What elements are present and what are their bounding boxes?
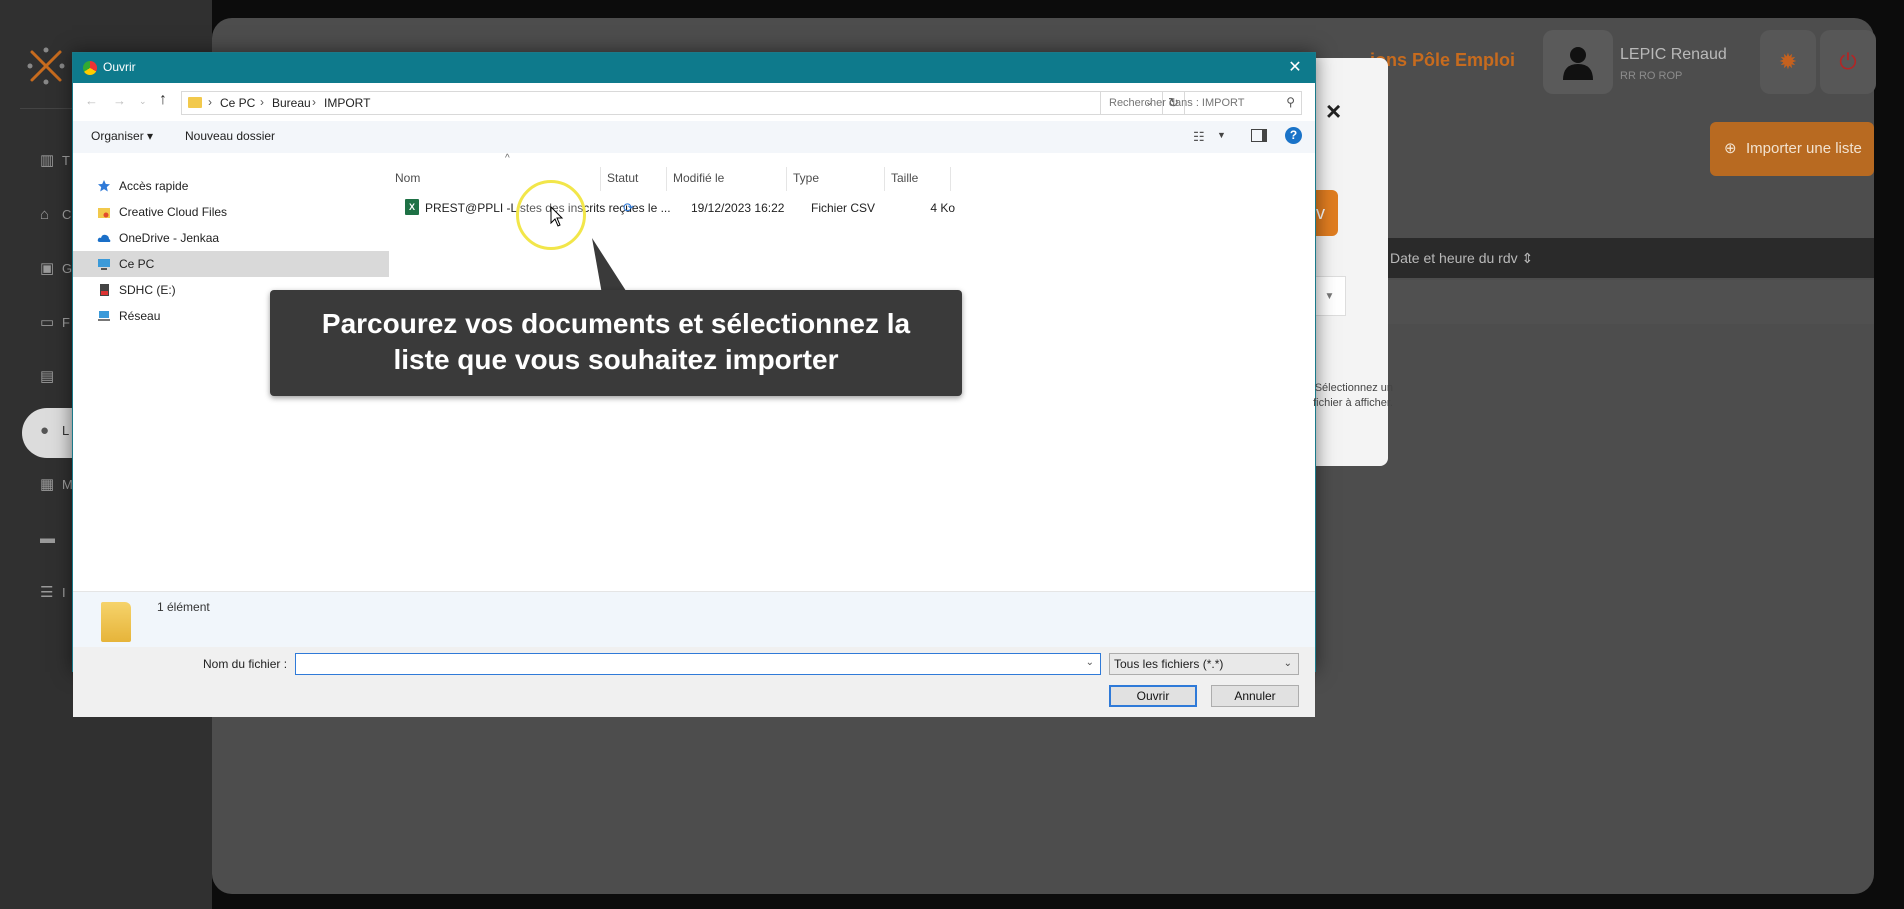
filename-label: Nom du fichier : xyxy=(203,657,288,671)
dialog-title: Ouvrir xyxy=(103,60,136,74)
back-arrow-icon[interactable]: ← xyxy=(85,93,98,108)
list-icon[interactable]: ☰ I xyxy=(40,582,66,604)
tree-item-onedrive[interactable]: OneDrive - Jenkaa xyxy=(73,225,389,251)
open-button[interactable]: Ouvrir xyxy=(1109,685,1197,707)
import-list-button[interactable]: ⊕ Importer une liste xyxy=(1710,122,1874,176)
filename-input[interactable] xyxy=(296,654,1076,674)
modal-select-chevron-icon[interactable]: ▼ xyxy=(1314,276,1346,316)
chevron-down-icon: ⌄ xyxy=(1283,658,1292,669)
star-icon xyxy=(98,180,110,192)
view-options-icon[interactable]: ☷ xyxy=(1193,129,1205,145)
cancel-button[interactable]: Annuler xyxy=(1211,685,1299,707)
address-bar[interactable]: › Ce PC › Bureau › IMPORT ⌄ ↻ xyxy=(181,91,1185,115)
dialog-footer: Nom du fichier : ⌄ Tous les fichiers (*.… xyxy=(73,647,1315,717)
file-size: 4 Ko xyxy=(930,201,955,215)
callout-line-2: liste que vous souhaitez importer xyxy=(393,344,839,375)
cc-folder-icon xyxy=(98,208,110,218)
sync-icon: ⟳ xyxy=(623,200,634,215)
table-row[interactable]: X PREST@PPLI -Listes des inscrits reçues… xyxy=(399,195,963,221)
power-icon: ⏻ xyxy=(1839,49,1857,74)
box-icon[interactable]: ▤ xyxy=(40,366,64,388)
callout-line-1: Parcourez vos documents et sélectionnez … xyxy=(321,308,911,339)
help-icon[interactable]: ? xyxy=(1285,127,1302,144)
bug-report-button[interactable]: ✹ xyxy=(1760,30,1816,94)
home-icon[interactable]: ⌂ C xyxy=(40,204,71,226)
breadcrumb-import[interactable]: IMPORT xyxy=(324,96,370,110)
folder-icon xyxy=(101,602,131,642)
chevron-right-icon: › xyxy=(260,95,264,109)
file-modified: 19/12/2023 16:22 xyxy=(691,201,785,215)
callout-pointer xyxy=(592,238,628,294)
window-icon[interactable]: ▭ F xyxy=(40,312,70,334)
logout-button[interactable]: ⏻ xyxy=(1820,30,1876,94)
column-header-type[interactable]: Type xyxy=(787,167,885,191)
folder-icon xyxy=(188,97,202,108)
chart-icon[interactable]: ▥ T xyxy=(40,150,70,172)
user-avatar-icon xyxy=(1563,47,1593,80)
column-header-size[interactable]: Taille xyxy=(885,167,951,191)
new-folder-button[interactable]: Nouveau dossier xyxy=(185,129,275,143)
recent-dropdown-icon[interactable]: ⌄ xyxy=(139,96,147,107)
organize-button[interactable]: Organiser ▾ xyxy=(91,129,153,143)
search-input[interactable] xyxy=(1101,92,1277,114)
tree-item-creative-cloud[interactable]: Creative Cloud Files xyxy=(73,199,389,225)
item-count: 1 élément xyxy=(157,600,210,614)
table-row xyxy=(1350,280,1874,324)
user-name: LEPIC Renaud xyxy=(1620,46,1727,63)
chevron-down-icon[interactable]: ▼ xyxy=(1217,130,1226,140)
forward-arrow-icon[interactable]: → xyxy=(113,93,126,108)
sort-ascending-icon: ^ xyxy=(505,153,510,164)
details-bar: 1 élément xyxy=(73,591,1315,647)
tree-item-this-pc[interactable]: Ce PC xyxy=(73,251,389,277)
chevron-right-icon: › xyxy=(208,95,212,109)
computer-icon xyxy=(98,259,110,270)
filetype-select[interactable]: Tous les fichiers (*.*) ⌄ xyxy=(1109,653,1299,675)
user-icon[interactable]: ● L xyxy=(40,420,69,442)
modal-action-button[interactable]: v xyxy=(1316,190,1338,236)
app-logo-icon xyxy=(27,47,65,85)
chrome-icon xyxy=(83,61,97,75)
file-type: Fichier CSV xyxy=(811,201,876,215)
card-icon[interactable]: ▬ xyxy=(40,528,64,550)
navigation-bar: ← → ⌄ ↑ › Ce PC › Bureau › IMPORT ⌄ ↻ ⚲ xyxy=(73,83,1315,121)
calendar-icon[interactable]: ▦ M xyxy=(40,474,73,496)
cloud-icon xyxy=(97,234,111,242)
chevron-right-icon: › xyxy=(312,95,316,109)
dialog-toolbar: Organiser ▾ Nouveau dossier ☷ ▼ ? xyxy=(73,121,1315,153)
bug-icon: ✹ xyxy=(1778,49,1798,74)
search-box[interactable]: ⚲ xyxy=(1100,91,1302,115)
mouse-pointer-icon xyxy=(550,206,564,227)
tree-item-quick-access[interactable]: Accès rapide xyxy=(73,173,389,199)
breadcrumb-bureau[interactable]: Bureau xyxy=(272,96,311,110)
search-icon: ⚲ xyxy=(1286,95,1295,109)
tutorial-callout: Parcourez vos documents et sélectionnez … xyxy=(270,290,962,396)
user-role: RR RO ROP xyxy=(1620,70,1683,82)
column-header-status[interactable]: Statut xyxy=(601,167,667,191)
contacts-icon[interactable]: ▣ G xyxy=(40,258,72,280)
dialog-titlebar[interactable]: Ouvrir ✕ xyxy=(73,53,1315,83)
preview-placeholder: Sélectionnez un fichier à afficher. xyxy=(1313,382,1393,409)
table-header[interactable]: Date et heure du rdv ⇕ xyxy=(1350,238,1874,278)
column-header-modified[interactable]: Modifié le xyxy=(667,167,787,191)
network-icon xyxy=(98,311,110,321)
page-title: ions Pôle Emploi xyxy=(1370,50,1516,70)
sd-card-icon xyxy=(100,284,109,296)
plus-circle-icon: ⊕ xyxy=(1724,140,1737,157)
close-button[interactable]: ✕ xyxy=(1275,53,1315,83)
up-arrow-icon[interactable]: ↑ xyxy=(159,91,167,109)
preview-pane-icon[interactable] xyxy=(1251,129,1267,142)
modal-close-icon[interactable]: × xyxy=(1326,96,1341,127)
chevron-down-icon[interactable]: ⌄ xyxy=(1086,657,1094,668)
breadcrumb-ce-pc[interactable]: Ce PC xyxy=(220,96,255,110)
filename-combobox[interactable]: ⌄ xyxy=(295,653,1101,675)
excel-file-icon: X xyxy=(405,199,419,215)
